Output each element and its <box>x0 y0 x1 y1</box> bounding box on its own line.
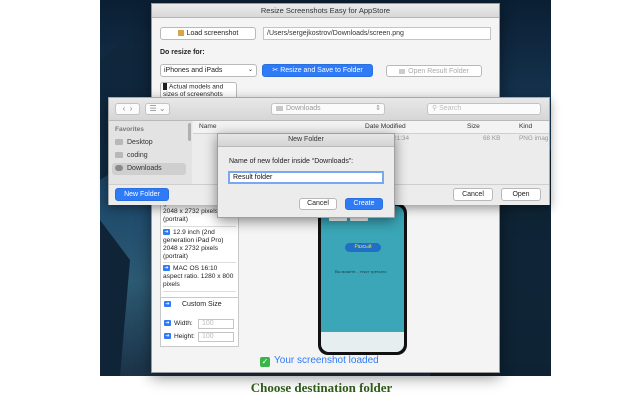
favorites-header: Favorites <box>115 126 144 133</box>
resize-and-save-button[interactable]: ✂ Resize and Save to Folder <box>262 64 373 77</box>
sheet-title: New Folder <box>218 134 394 147</box>
height-input[interactable]: 100 <box>198 332 234 342</box>
downloads-icon <box>115 165 123 172</box>
arrow-right-icon: ➜ <box>164 320 171 327</box>
sidebar-item-label: Downloads <box>127 165 162 172</box>
phone-icon <box>163 83 167 90</box>
scissors-icon: ✂ <box>272 67 279 74</box>
location-label: Downloads <box>286 105 321 112</box>
folder-icon <box>276 105 283 111</box>
load-screenshot-button[interactable]: Load screenshot <box>160 27 256 40</box>
device-select-value: iPhones and iPads <box>164 67 223 74</box>
width-row: ➜ Width: <box>164 320 193 327</box>
list-item-ipad-pro-12-9-2nd[interactable]: ➜ 12.9 inch (2nd generation iPad Pro) 204… <box>163 229 236 263</box>
sidebar-scrollbar[interactable] <box>188 123 191 141</box>
chevron-down-icon: ⌄ <box>247 67 253 73</box>
sidebar-item-label: coding <box>127 152 148 159</box>
list-item-mac-os[interactable]: ➜ MAC OS 16:10 aspect ratio. 1280 x 800 p… <box>163 265 236 292</box>
list-item-label: 12.9 inch (2nd generation iPad Pro) 2048… <box>163 229 224 260</box>
dialog-cancel-button[interactable]: Cancel <box>453 188 493 201</box>
open-result-folder-label: Open Result Folder <box>408 68 469 75</box>
width-label: Width: <box>174 320 193 327</box>
loaded-message: Your screenshot loaded <box>274 355 379 366</box>
checkmark-icon: ✓ <box>260 357 270 367</box>
file-row-size: 68 KB <box>483 135 501 142</box>
new-folder-prompt: Name of new folder inside “Downloads”: <box>229 158 354 165</box>
slide-caption: Choose destination folder <box>250 380 393 395</box>
search-icon: ⚲ <box>432 105 438 112</box>
chevron-right-icon: › <box>129 104 133 113</box>
arrow-right-icon: ➜ <box>163 265 170 272</box>
custom-size-label: Custom Size <box>181 301 222 308</box>
window-title: Resize Screenshots Easy for AppStore <box>152 4 499 18</box>
file-row-kind: PNG imag <box>519 135 549 142</box>
sidebar-item-downloads[interactable]: Downloads <box>115 165 162 172</box>
list-view-icon: ☰ ⌄ <box>149 104 166 113</box>
dialog-toolbar: ‹ › ☰ ⌄ Downloads ⇕ ⚲ Search <box>109 98 549 121</box>
create-button[interactable]: Create <box>345 198 383 210</box>
location-popup[interactable]: Downloads ⇕ <box>271 103 385 115</box>
dialog-sidebar: Favorites Desktop coding Downloads <box>109 121 192 184</box>
screenshot-preview: Разсый Вы можете... текст третьего <box>318 203 407 355</box>
preview-screen: Разсый Вы можете... текст третьего <box>321 206 404 352</box>
search-field[interactable]: ⚲ Search <box>427 103 541 115</box>
arrow-right-icon: ➜ <box>164 301 171 308</box>
view-options-button[interactable]: ☰ ⌄ <box>145 103 170 115</box>
new-folder-button[interactable]: New Folder <box>115 188 169 201</box>
open-result-folder-button[interactable]: Open Result Folder <box>386 65 482 77</box>
do-resize-label: Do resize for: <box>160 49 205 56</box>
file-row-date: 21:34 <box>393 135 409 142</box>
column-kind[interactable]: Kind <box>519 121 532 133</box>
preview-button: Разсый <box>345 243 381 252</box>
custom-size-row[interactable]: ➜ Custom Size <box>164 301 222 308</box>
actual-models-label: Actual models and sizes of screenshots <box>163 83 224 99</box>
list-item-label: MAC OS 16:10 aspect ratio. 1280 x 800 pi… <box>163 265 234 288</box>
sidebar-item-label: Desktop <box>127 139 153 146</box>
arrow-right-icon: ➜ <box>164 333 171 340</box>
folder-name-input[interactable]: Result folder <box>228 171 384 184</box>
sidebar-item-coding[interactable]: coding <box>115 152 148 159</box>
sidebar-item-desktop[interactable]: Desktop <box>115 139 153 146</box>
search-placeholder: Search <box>439 105 462 112</box>
file-icon <box>177 30 184 37</box>
arrow-right-icon: ➜ <box>163 229 170 236</box>
desktop-icon <box>115 139 123 146</box>
folder-icon <box>399 68 406 74</box>
resize-and-save-label: Resize and Save to Folder <box>280 67 363 74</box>
chevron-left-icon: ‹ <box>122 104 126 113</box>
height-label: Height: <box>174 333 195 340</box>
sheet-cancel-button[interactable]: Cancel <box>299 198 337 210</box>
width-input[interactable]: 100 <box>198 319 234 329</box>
custom-size-panel: ➜ Custom Size ➜ Width: 100 ➜ Height: 100 <box>160 297 239 347</box>
height-row: ➜ Height: <box>164 333 195 340</box>
file-path-field[interactable]: /Users/sergejkostrov/Downloads/screen.pn… <box>263 27 491 40</box>
load-screenshot-label: Load screenshot <box>186 30 239 37</box>
new-folder-sheet: New Folder Name of new folder inside “Do… <box>217 133 395 218</box>
column-size[interactable]: Size <box>467 121 480 133</box>
back-forward-buttons[interactable]: ‹ › <box>115 103 140 115</box>
screenshot-loaded-status: ✓ Your screenshot loaded <box>260 355 379 367</box>
preview-tabbar <box>321 332 404 352</box>
chevron-updown-icon: ⇕ <box>375 105 381 112</box>
preview-caption: Вы можете... текст третьего <box>335 269 387 274</box>
dialog-open-button[interactable]: Open <box>501 188 541 201</box>
column-date-modified[interactable]: Date Modified <box>365 121 406 133</box>
column-name[interactable]: Name <box>199 121 217 133</box>
device-select[interactable]: iPhones and iPads ⌄ <box>160 64 257 77</box>
folder-icon <box>115 152 123 159</box>
